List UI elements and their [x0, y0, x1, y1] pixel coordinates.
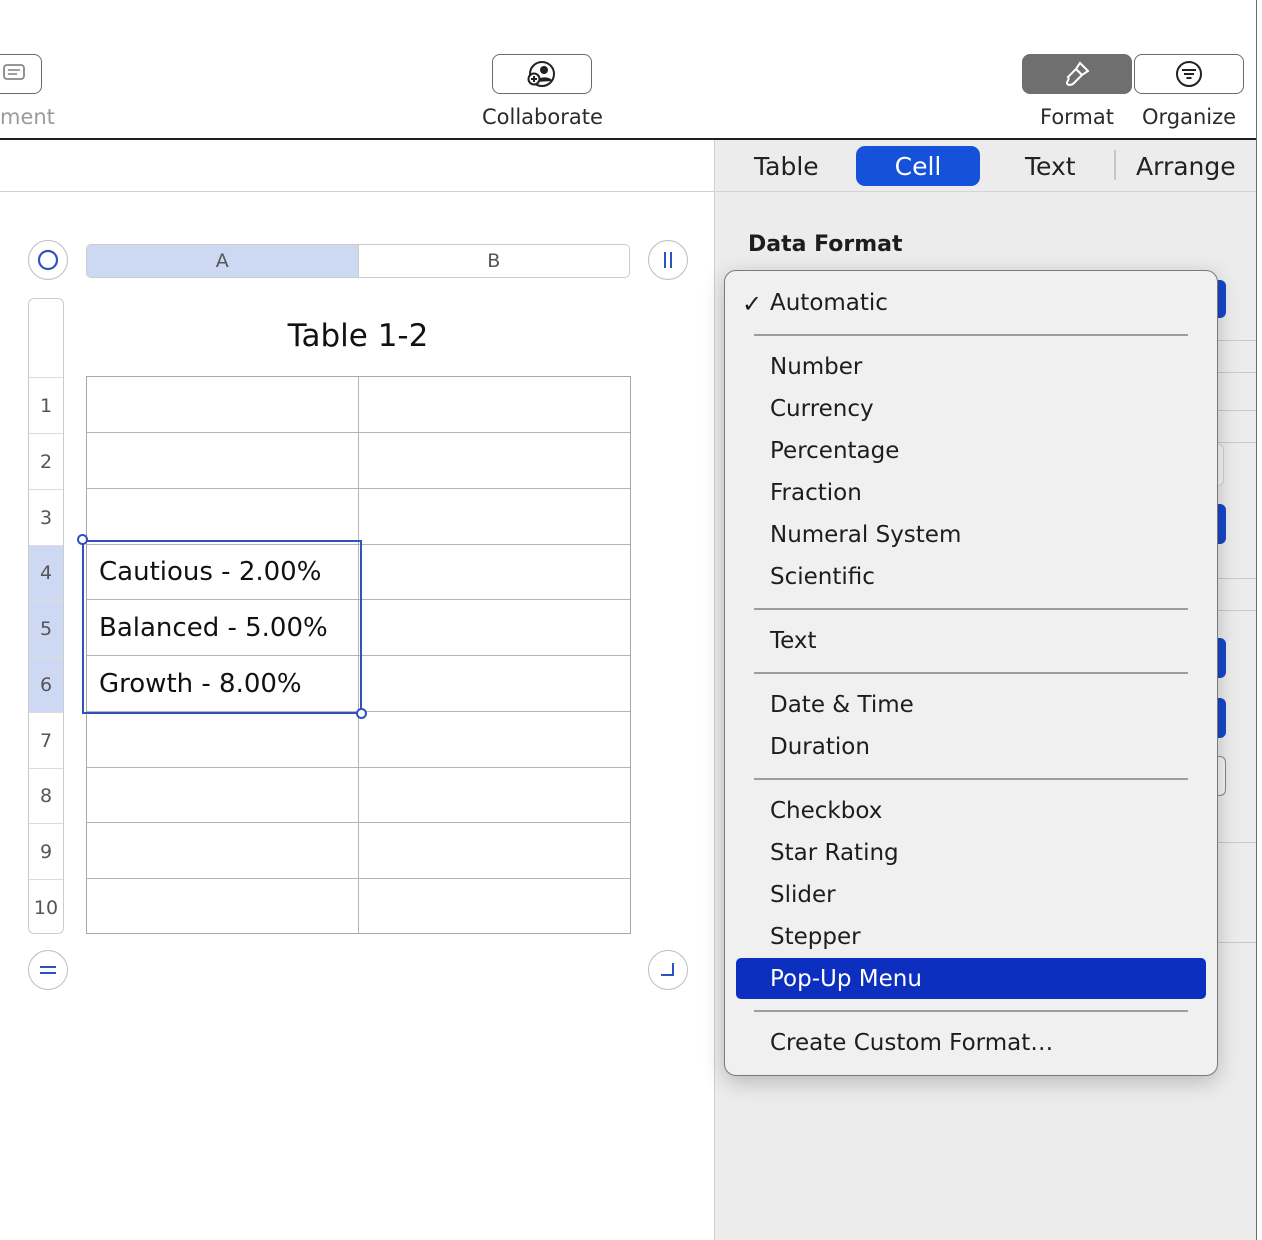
collaborate-label: Collaborate — [482, 105, 603, 129]
corner-resize-icon — [661, 963, 674, 976]
toolbar: ment Collaborate Format Organize — [0, 0, 1256, 138]
inspector-divider — [1214, 442, 1256, 443]
menu-item-slider[interactable]: Slider — [770, 882, 836, 908]
row-header-9[interactable]: 9 — [29, 823, 63, 879]
select-table-button[interactable] — [28, 240, 68, 280]
cell-b3[interactable] — [359, 489, 630, 545]
column-header-a[interactable]: A — [87, 245, 358, 277]
row-header-4[interactable]: 4 — [29, 545, 63, 600]
menu-separator — [754, 1010, 1188, 1012]
cell-a2[interactable] — [87, 433, 359, 489]
collaborate-icon — [527, 61, 555, 87]
data-format-label: Data Format — [748, 232, 903, 257]
row-header-10[interactable]: 10 — [29, 879, 63, 933]
inspector-divider — [1214, 372, 1256, 373]
sheet-tab-strip — [0, 140, 714, 192]
menu-item-currency[interactable]: Currency — [770, 396, 874, 422]
selection-handle-top-left[interactable] — [77, 534, 88, 545]
cell-b7[interactable] — [359, 712, 630, 768]
menu-item-fraction[interactable]: Fraction — [770, 480, 862, 506]
row-header-5[interactable]: 5 — [29, 600, 63, 656]
menu-item-number[interactable]: Number — [770, 354, 862, 380]
cell-b5[interactable] — [359, 600, 630, 656]
cell-b1[interactable] — [359, 377, 630, 433]
inspector-divider — [1214, 842, 1256, 843]
collaborate-button[interactable] — [492, 54, 592, 94]
add-column-button[interactable] — [648, 240, 688, 280]
tab-table[interactable]: Table — [754, 152, 819, 181]
row-header-3[interactable]: 3 — [29, 489, 63, 545]
comment-label: ment — [0, 105, 55, 129]
menu-item-automatic[interactable]: Automatic — [770, 290, 888, 316]
format-button[interactable] — [1022, 54, 1132, 94]
row-handle-icon — [40, 966, 56, 974]
cell-a8[interactable] — [87, 768, 359, 823]
row-header-7[interactable]: 7 — [29, 712, 63, 768]
inspector-divider — [1214, 340, 1256, 341]
circle-icon — [37, 249, 59, 271]
menu-separator — [754, 608, 1188, 610]
row-header-1[interactable]: 1 — [29, 377, 63, 433]
menu-item-date-time[interactable]: Date & Time — [770, 692, 914, 718]
window-edge — [1256, 0, 1262, 1240]
organize-button[interactable] — [1134, 54, 1244, 94]
inspector-divider — [1214, 942, 1256, 943]
menu-item-create-custom-format[interactable]: Create Custom Format… — [770, 1030, 1053, 1056]
menu-item-star-rating[interactable]: Star Rating — [770, 840, 899, 866]
tab-arrange[interactable]: Arrange — [1136, 152, 1236, 181]
selection-handle-bottom-right[interactable] — [356, 708, 367, 719]
add-row-button[interactable] — [28, 950, 68, 990]
menu-item-stepper[interactable]: Stepper — [770, 924, 861, 950]
menu-item-checkbox[interactable]: Checkbox — [770, 798, 882, 824]
filter-icon — [1176, 61, 1202, 87]
cell-selection-outline — [82, 540, 362, 714]
row-header-bar[interactable]: 1 2 3 4 5 6 7 8 9 10 — [28, 298, 64, 934]
comment-button[interactable] — [0, 54, 42, 94]
menu-item-popup-menu[interactable]: Pop-Up Menu — [770, 966, 922, 992]
menu-item-text[interactable]: Text — [770, 628, 817, 654]
organize-label: Organize — [1141, 105, 1237, 129]
menu-item-scientific[interactable]: Scientific — [770, 564, 875, 590]
format-label: Format — [1039, 105, 1114, 129]
table-title[interactable]: Table 1-2 — [86, 318, 630, 354]
cell-b10[interactable] — [359, 879, 630, 933]
menu-separator — [754, 778, 1188, 780]
menu-separator — [754, 334, 1188, 336]
inspector-divider — [1214, 410, 1256, 411]
row-header-6[interactable]: 6 — [29, 656, 63, 712]
menu-separator — [754, 672, 1188, 674]
resize-table-button[interactable] — [648, 950, 688, 990]
paintbrush-icon — [1065, 61, 1090, 86]
inspector-divider — [1214, 578, 1256, 579]
checkmark-icon: ✓ — [742, 290, 763, 318]
comment-icon — [3, 64, 25, 80]
menu-item-numeral-system[interactable]: Numeral System — [770, 522, 961, 548]
menu-item-percentage[interactable]: Percentage — [770, 438, 899, 464]
column-header-b[interactable]: B — [357, 245, 630, 277]
inspector-divider — [1214, 610, 1256, 611]
cell-b8[interactable] — [359, 768, 630, 823]
cell-b9[interactable] — [359, 823, 630, 879]
cell-a1[interactable] — [87, 377, 359, 433]
cell-a10[interactable] — [87, 879, 359, 933]
column-header-bar[interactable]: A B — [86, 244, 630, 278]
cell-b4[interactable] — [359, 545, 630, 600]
menu-item-duration[interactable]: Duration — [770, 734, 870, 760]
cell-a7[interactable] — [87, 712, 359, 768]
tab-cell[interactable]: Cell — [856, 152, 980, 181]
row-header-8[interactable]: 8 — [29, 768, 63, 823]
cell-b6[interactable] — [359, 656, 630, 712]
cell-a9[interactable] — [87, 823, 359, 879]
tab-separator — [1114, 150, 1116, 180]
cell-a3[interactable] — [87, 489, 359, 545]
tab-text[interactable]: Text — [1025, 152, 1076, 181]
cell-b2[interactable] — [359, 433, 630, 489]
column-handle-icon — [664, 252, 672, 268]
row-header-2[interactable]: 2 — [29, 433, 63, 489]
